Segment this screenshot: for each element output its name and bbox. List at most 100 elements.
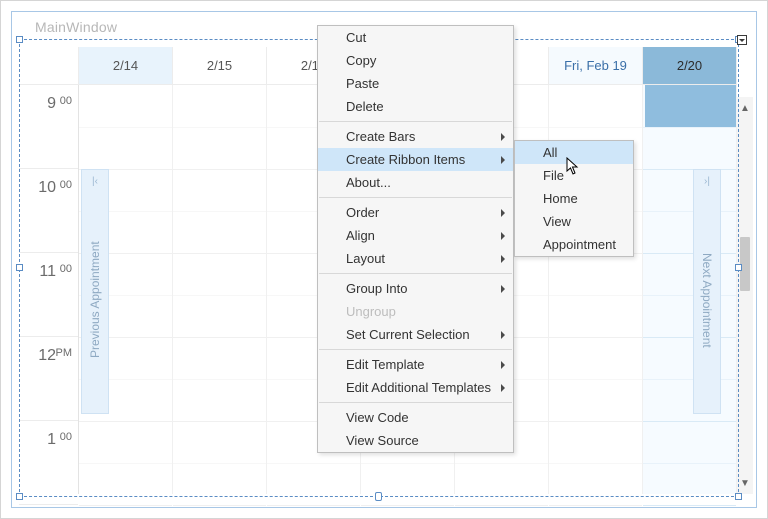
vertical-scrollbar[interactable]: ▲ ▼ xyxy=(737,97,753,494)
menu-item-label: Create Bars xyxy=(346,129,415,144)
time-column-header xyxy=(19,47,79,84)
day-header[interactable]: 2/15 xyxy=(173,47,267,84)
submenu-arrow-icon xyxy=(501,384,505,392)
menu-item[interactable]: View Source xyxy=(318,429,513,452)
grid-line xyxy=(173,421,266,422)
time-minutes: 00 xyxy=(60,431,72,443)
menu-item-label: Paste xyxy=(346,76,379,91)
submenu-arrow-icon xyxy=(501,361,505,369)
grid-line xyxy=(549,421,642,422)
submenu-arrow-icon xyxy=(501,232,505,240)
chevron-left-icon: |‹ xyxy=(92,170,98,187)
submenu-arrow-icon xyxy=(501,156,505,164)
menu-item[interactable]: View Code xyxy=(318,406,513,429)
time-slot: 1000 xyxy=(19,169,78,253)
scroll-thumb[interactable] xyxy=(740,237,750,291)
next-appointment-nav[interactable]: ›| Next Appointment xyxy=(693,169,721,414)
grid-half-line xyxy=(549,127,642,128)
menu-item[interactable]: Edit Template xyxy=(318,353,513,376)
grid-line xyxy=(173,505,266,506)
time-hour: 10 xyxy=(38,179,56,197)
submenu-arrow-icon xyxy=(501,255,505,263)
menu-item-label: About... xyxy=(346,175,391,190)
scroll-up-arrow-icon[interactable]: ▲ xyxy=(737,97,753,119)
menu-item[interactable]: Align xyxy=(318,224,513,247)
menu-item[interactable]: Create Bars xyxy=(318,125,513,148)
grid-line xyxy=(455,505,548,506)
grid-line xyxy=(173,169,266,170)
menu-item-label: Order xyxy=(346,205,379,220)
menu-item[interactable]: Edit Additional Templates xyxy=(318,376,513,399)
grid-half-line xyxy=(549,295,642,296)
scroll-down-arrow-icon[interactable]: ▼ xyxy=(737,472,753,494)
menu-item[interactable]: Layout xyxy=(318,247,513,270)
time-hour: 9 xyxy=(47,95,56,113)
menu-item-label: Set Current Selection xyxy=(346,327,470,342)
grid-half-line xyxy=(643,211,736,212)
grid-half-line xyxy=(643,379,736,380)
grid-half-line xyxy=(549,379,642,380)
previous-appointment-label: Previous Appointment xyxy=(88,187,102,413)
day-column[interactable] xyxy=(643,85,737,494)
day-header[interactable]: 2/20 xyxy=(643,47,737,84)
time-slot: 11 00 xyxy=(19,253,78,337)
submenu-item[interactable]: All xyxy=(515,141,633,164)
menu-item[interactable]: Set Current Selection xyxy=(318,323,513,346)
submenu-item-label: View xyxy=(543,214,571,229)
menu-item[interactable]: Create Ribbon Items xyxy=(318,148,513,171)
time-hour: 1 xyxy=(47,431,56,449)
menu-separator xyxy=(319,197,512,198)
grid-line xyxy=(173,253,266,254)
previous-appointment-nav[interactable]: |‹ Previous Appointment xyxy=(81,169,109,414)
menu-separator xyxy=(319,273,512,274)
submenu-arrow-icon xyxy=(501,209,505,217)
grid-half-line xyxy=(173,211,266,212)
grid-half-line xyxy=(267,463,360,464)
menu-item-label: Create Ribbon Items xyxy=(346,152,465,167)
menu-item[interactable]: Group Into xyxy=(318,277,513,300)
time-hour: 12 xyxy=(38,347,56,365)
grid-half-line xyxy=(643,127,736,128)
context-submenu[interactable]: AllFile Home View Appointment xyxy=(514,140,634,257)
day-column[interactable] xyxy=(173,85,267,494)
grid-line xyxy=(643,253,736,254)
submenu-item[interactable]: Home xyxy=(515,187,633,210)
day-header[interactable]: Fri, Feb 19 xyxy=(549,47,643,84)
submenu-item-label: Appointment xyxy=(543,237,616,252)
menu-item[interactable]: Paste xyxy=(318,72,513,95)
menu-item-label: Edit Template xyxy=(346,357,425,372)
submenu-item[interactable]: Appointment xyxy=(515,233,633,256)
submenu-item-label: Home xyxy=(543,191,578,206)
menu-item-label: Ungroup xyxy=(346,304,396,319)
window-title: MainWindow xyxy=(35,19,117,35)
grid-line xyxy=(79,421,172,422)
calendar-event[interactable] xyxy=(645,85,736,127)
day-header[interactable]: 2/14 xyxy=(79,47,173,84)
grid-line xyxy=(549,505,642,506)
time-hour: 11 xyxy=(39,263,56,281)
submenu-arrow-icon xyxy=(501,285,505,293)
smart-tag-glyph[interactable] xyxy=(737,35,747,45)
grid-line xyxy=(267,505,360,506)
grid-half-line xyxy=(361,463,454,464)
grid-half-line xyxy=(643,295,736,296)
menu-item[interactable]: Cut xyxy=(318,26,513,49)
menu-item-label: Edit Additional Templates xyxy=(346,380,491,395)
grid-line xyxy=(361,505,454,506)
menu-item[interactable]: Copy xyxy=(318,49,513,72)
context-menu[interactable]: CutCopy Paste Delete Create Bars Create Ribb… xyxy=(317,25,514,453)
menu-item-label: Layout xyxy=(346,251,385,266)
menu-item[interactable]: Order xyxy=(318,201,513,224)
menu-item[interactable]: Delete xyxy=(318,95,513,118)
submenu-arrow-icon xyxy=(501,133,505,141)
time-slot: 900 xyxy=(19,85,78,169)
time-minutes: 00 xyxy=(60,263,72,275)
grid-line xyxy=(173,337,266,338)
grid-half-line xyxy=(79,463,172,464)
submenu-item[interactable]: View xyxy=(515,210,633,233)
time-minutes: PM xyxy=(56,347,73,359)
menu-item[interactable]: About... xyxy=(318,171,513,194)
next-appointment-label: Next Appointment xyxy=(700,187,714,413)
submenu-item[interactable]: File xyxy=(515,164,633,187)
menu-item: Ungroup xyxy=(318,300,513,323)
